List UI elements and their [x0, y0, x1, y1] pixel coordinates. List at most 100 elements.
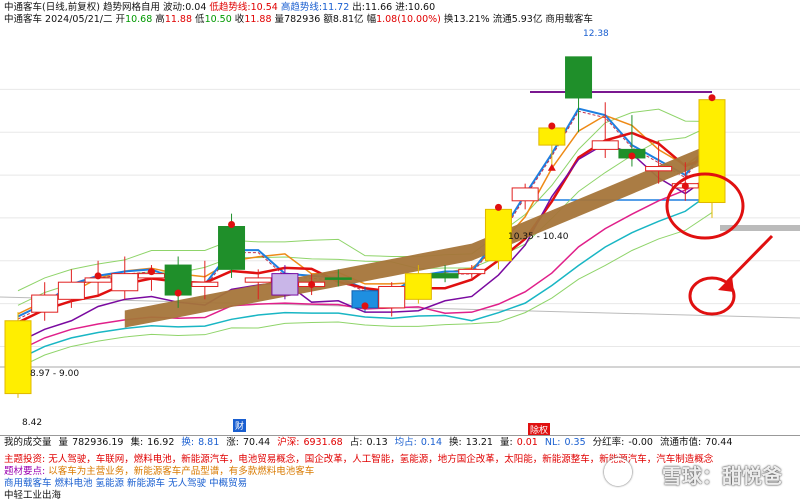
vol-panel-fh: -0.00 — [628, 437, 653, 448]
watermark-logo-icon — [604, 458, 632, 486]
candle-body-12 — [324, 277, 352, 280]
close-label: 收 — [234, 14, 245, 25]
candle-body-15 — [404, 273, 432, 300]
low-trend-label: 低趋势线: — [209, 2, 251, 13]
chart-title: 中通客车(日线,前复权) — [4, 2, 100, 13]
candle-body-0 — [4, 320, 32, 395]
indicator-name: 趋势网格自用 — [102, 2, 160, 13]
vol-panel-ltsz: 70.44 — [705, 437, 733, 448]
high-trend-label: 高趋势线: — [280, 2, 323, 13]
vol-panel-huan: 8.81 — [198, 437, 220, 448]
signal-dot-3 — [228, 221, 236, 228]
vol-panel-huan-label: 换: — [181, 437, 195, 448]
vol-panel-nl: 0.35 — [564, 437, 586, 448]
highlight-arrow-shaft — [724, 234, 774, 285]
ma-line-purple — [17, 142, 713, 343]
signal-dot-4 — [308, 280, 316, 288]
vol-panel-hu-label: 沪深: — [277, 437, 300, 448]
concept-row-4-text: 中轻工业出海 — [4, 490, 62, 501]
candle-body-7 — [191, 281, 219, 287]
vol-label: 量 — [274, 14, 285, 25]
vol-panel-zhang: 70.44 — [243, 437, 271, 448]
vol-panel-zhan-label: 占: — [349, 437, 363, 448]
low-value: 10.50 — [204, 14, 232, 25]
candle-body-16 — [431, 273, 459, 279]
wave-label: 波动: — [163, 2, 186, 13]
candle-body-10 — [271, 273, 299, 296]
quote-date: 2024/05/21/二 — [45, 14, 113, 25]
vol-panel-ji: 16.92 — [147, 437, 175, 448]
close-value: 11.88 — [244, 14, 272, 25]
candle-body-14 — [378, 285, 406, 309]
open-label: 开 — [115, 14, 126, 25]
vol-panel-nl-label: NL: — [544, 437, 561, 448]
bottom-value: 10.60 — [407, 2, 436, 13]
kline-chart[interactable] — [0, 0, 800, 435]
grid-lines — [0, 88, 800, 368]
signal-dot-9 — [681, 182, 689, 190]
stock-name: 中通客车 — [4, 14, 43, 25]
concept-row-4: 中轻工业出海 — [4, 487, 61, 501]
vol-panel-huan2: 13.21 — [465, 437, 493, 448]
candle-body-4 — [111, 273, 139, 292]
vol-panel-fh-label: 分红率: — [592, 437, 625, 448]
vol-panel-lb: 0.01 — [516, 437, 538, 448]
top-label: 出: — [352, 2, 365, 13]
vol-panel-junzhi-label: 均占: — [394, 437, 417, 448]
candle-body-8 — [218, 226, 246, 270]
quote-header: 中通客车 2024/05/21/二 开10.68 高11.88 低10.50 收… — [4, 13, 593, 26]
top-high-label: 12.38 — [583, 29, 609, 39]
candle-body-2 — [57, 281, 85, 300]
amount-label: 额 — [323, 14, 333, 25]
vol-panel-hu: 6931.68 — [303, 437, 343, 448]
signal-dot-5 — [361, 302, 369, 310]
vol-value: 782936 — [284, 14, 321, 25]
vol-panel-zhan: 0.13 — [366, 437, 388, 448]
vol-panel-junzhi: 0.14 — [420, 437, 443, 448]
candle-body-24 — [645, 166, 673, 172]
top-value: 11.66 — [364, 2, 393, 13]
signal-dot-0 — [94, 272, 102, 280]
wave-value: 0.04 — [185, 2, 207, 13]
vol-panel-huan2-label: 换: — [449, 437, 462, 448]
signal-dot-7 — [548, 122, 556, 130]
vol-panel-zhang-label: 涨: — [226, 437, 239, 448]
candle-body-9 — [244, 277, 272, 283]
vol-panel-ji-label: 集: — [130, 437, 144, 448]
float-label: 流通 — [492, 14, 512, 25]
candle-body-26 — [698, 99, 726, 204]
sector-name: 商用载客车 — [545, 14, 593, 25]
candle-body-21 — [565, 56, 593, 99]
signal-dot-1 — [147, 268, 155, 276]
grid-range-label: 10.35 - 10.40 — [508, 232, 569, 242]
low-trend-value: 10.54 — [250, 2, 278, 13]
vol-panel-lb-label: 量: — [499, 437, 513, 448]
change-value: 1.08(10.00%) — [376, 14, 441, 25]
vol-panel-ltsz-label: 流通市值: — [660, 437, 702, 448]
signal-dot-2 — [174, 289, 182, 297]
signal-dot-6 — [494, 203, 502, 211]
candle-body-1 — [31, 294, 59, 313]
high-value: 11.88 — [164, 14, 193, 25]
finance-marker[interactable]: 财 — [233, 419, 247, 432]
float-value: 5.93亿 — [511, 14, 543, 25]
vol-panel-vol: 782936.19 — [72, 437, 124, 448]
candle-body-17 — [458, 268, 486, 275]
watermark: 雪球：甜悦爸 — [662, 464, 782, 488]
amount-value: 8.81亿 — [332, 14, 364, 25]
low-min-label: 8.42 — [22, 418, 43, 428]
high-trend-value: 11.72 — [322, 2, 350, 13]
low-label: 低 — [195, 14, 205, 25]
turnover-value: 13.21% — [453, 14, 490, 25]
vol-panel-vol-label: 量 — [58, 437, 69, 448]
bottom-label: 进: — [395, 2, 408, 13]
volume-indicator-bar: 我的成交量 量 782936.19 集: 16.92 换: 8.81 涨: 70.44 … — [0, 435, 800, 450]
candle-body-22 — [591, 140, 619, 150]
high-label: 高 — [155, 14, 165, 25]
candle-body-19 — [511, 187, 539, 202]
change-label: 幅 — [366, 14, 377, 25]
signal-dot-10 — [708, 94, 716, 102]
vol-panel-title: 我的成交量 — [4, 437, 52, 448]
turnover-label: 换 — [443, 14, 454, 25]
low-left-label: 8.97 - 9.00 — [30, 369, 80, 379]
